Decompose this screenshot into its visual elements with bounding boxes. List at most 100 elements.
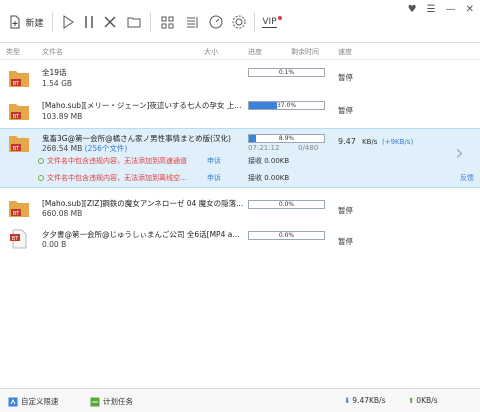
column-time-left[interactable]: 剩余时间: [291, 47, 319, 57]
warning-text: 文件名中包含违规内容，无法添加到离线空...: [47, 174, 187, 182]
progress-bar: 8.9%: [248, 134, 325, 143]
vip-button[interactable]: VIP: [260, 8, 284, 36]
task-status: 暂停: [338, 206, 353, 215]
warning-high-speed: 文件名中包含违规内容，无法添加到高速通道: [38, 156, 187, 166]
file-total: 0/480: [298, 144, 319, 152]
schedule-label: 计划任务: [103, 397, 133, 406]
column-type[interactable]: 类型: [6, 47, 20, 57]
speed-icon: [209, 15, 223, 29]
pause-button[interactable]: [80, 8, 98, 36]
toolbar-divider: [52, 12, 53, 32]
task-row[interactable]: BT [Maho.sub][ZIZ]鋼鉄の魔女アンネローゼ 04 魔女の隠落..…: [0, 194, 480, 222]
appeal-link[interactable]: 申诉: [207, 173, 221, 183]
feedback-link[interactable]: 反馈: [460, 173, 474, 183]
progress-label: 0.0%: [278, 232, 295, 239]
settings-icon: [232, 15, 246, 29]
task-row[interactable]: BT 全19话 1.54 GB 0.1% 暂停: [0, 62, 480, 94]
grid-view-icon: [161, 16, 173, 28]
window-controls: ♥ ☰ — ✕: [408, 4, 474, 15]
svg-text:BT: BT: [13, 146, 20, 152]
open-folder-button[interactable]: [124, 8, 144, 36]
speed-boost: (+9KB/s): [382, 138, 414, 146]
speed-limit-label: 自定义限速: [21, 397, 59, 406]
download-speed: 9.47: [338, 137, 356, 146]
task-name: 夕夕書@第一会所@じゅうしぃまんご公司 全6话[MP4 a...: [42, 230, 240, 239]
warning-text: 文件名中包含违规内容，无法添加到高速通道: [47, 157, 187, 165]
start-button[interactable]: [58, 8, 78, 36]
column-progress[interactable]: 进度: [248, 47, 262, 57]
appeal-link[interactable]: 申诉: [207, 156, 221, 166]
warning-offline: 文件名中包含违规内容，无法添加到离线空...: [38, 173, 187, 183]
new-task-label: 新建: [25, 18, 44, 29]
task-name: 全19话: [42, 68, 67, 77]
progress-label: 0.0%: [278, 201, 295, 208]
task-name: [Maho.sub][メリー・ジェーン]夜這いする七人の孕女 上...: [42, 101, 242, 110]
schedule-icon: [90, 397, 100, 406]
sort-button[interactable]: [182, 8, 202, 36]
column-speed[interactable]: 速度: [338, 47, 352, 57]
upload-arrow-icon: ⬆: [408, 396, 415, 405]
received-amount: 接收 0.00KB: [248, 157, 290, 165]
progress-label: 8.9%: [278, 135, 295, 142]
received-amount: 接收 0.00KB: [248, 174, 290, 182]
file-count-link[interactable]: (256个文件): [85, 144, 128, 153]
close-icon[interactable]: ✕: [466, 4, 474, 15]
bt-folder-icon: BT: [9, 201, 29, 217]
svg-text:BT: BT: [13, 114, 20, 120]
speed-mode-button[interactable]: [206, 8, 226, 36]
task-row[interactable]: BT 夕夕書@第一会所@じゅうしぃまんご公司 全6话[MP4 a... 0.00…: [0, 225, 480, 253]
vip-badge-dot: [277, 16, 282, 20]
task-size: 103.89 MB: [42, 112, 83, 121]
speed-unit: KB/s: [362, 138, 378, 146]
svg-text:BT: BT: [13, 211, 20, 217]
settings-button[interactable]: [229, 8, 249, 36]
toolbar-divider: [254, 12, 255, 32]
column-filename[interactable]: 文件名: [42, 47, 63, 57]
task-row[interactable]: BT [Maho.sub][メリー・ジェーン]夜這いする七人の孕女 上... 1…: [0, 96, 480, 126]
task-size: 268.54 MB: [42, 144, 83, 153]
delete-icon: [104, 16, 116, 28]
chevron-right-icon[interactable]: ›: [455, 141, 464, 166]
up-speed-value: 0KB/s: [416, 396, 438, 405]
status-dot-icon: [38, 175, 44, 181]
bt-folder-icon: BT: [9, 136, 29, 152]
bt-file-icon: BT: [10, 229, 27, 249]
progress-bar: 37.0%: [248, 101, 325, 110]
schedule-button[interactable]: 计划任务: [90, 396, 133, 407]
minimize-icon[interactable]: —: [446, 4, 456, 15]
download-arrow-icon: ⬇: [344, 396, 351, 405]
task-status: 暂停: [338, 73, 353, 82]
vip-icon: VIP: [262, 16, 277, 28]
task-size: 0.00 B: [42, 240, 67, 249]
task-row-selected[interactable]: BT 鬼畜3G@第一会所@橘さん家ノ男性事情まとめ版(汉化) 268.54 MB…: [0, 128, 480, 188]
task-status: 暂停: [338, 106, 353, 115]
folder-icon: [127, 17, 141, 28]
status-bar: 自定义限速 计划任务 ⬇ 9.47KB/s ⬆ 0KB/s: [0, 388, 480, 412]
heart-icon[interactable]: ♥: [408, 4, 417, 15]
status-dot-icon: [38, 158, 44, 164]
task-status: 暂停: [338, 237, 353, 246]
svg-text:BT: BT: [13, 81, 20, 87]
sort-icon: [186, 16, 197, 28]
pause-icon: [85, 16, 93, 28]
progress-label: 37.0%: [276, 102, 297, 109]
column-headers: 类型 文件名 大小 进度 剩余时间 速度: [0, 44, 480, 60]
view-mode-button[interactable]: [157, 8, 177, 36]
speed-limit-icon: [8, 397, 18, 406]
menu-icon[interactable]: ☰: [427, 4, 436, 15]
play-icon: [63, 15, 74, 29]
progress-bar: 0.1%: [248, 68, 325, 77]
task-size-line: 268.54 MB (256个文件): [42, 143, 127, 154]
task-size: 1.54 GB: [42, 79, 73, 88]
progress-bar: 0.0%: [248, 200, 325, 209]
speed-limit-button[interactable]: 自定义限速: [8, 396, 59, 407]
time-remaining: 07:21:12: [248, 144, 280, 152]
new-icon: [10, 15, 20, 29]
column-size[interactable]: 大小: [204, 47, 218, 57]
new-task-button[interactable]: 新建: [4, 8, 48, 36]
bt-folder-icon: BT: [9, 71, 29, 87]
delete-button[interactable]: [101, 8, 119, 36]
progress-label: 0.1%: [278, 69, 295, 76]
total-download-speed: ⬇ 9.47KB/s: [344, 396, 386, 405]
bt-folder-icon: BT: [9, 104, 29, 120]
